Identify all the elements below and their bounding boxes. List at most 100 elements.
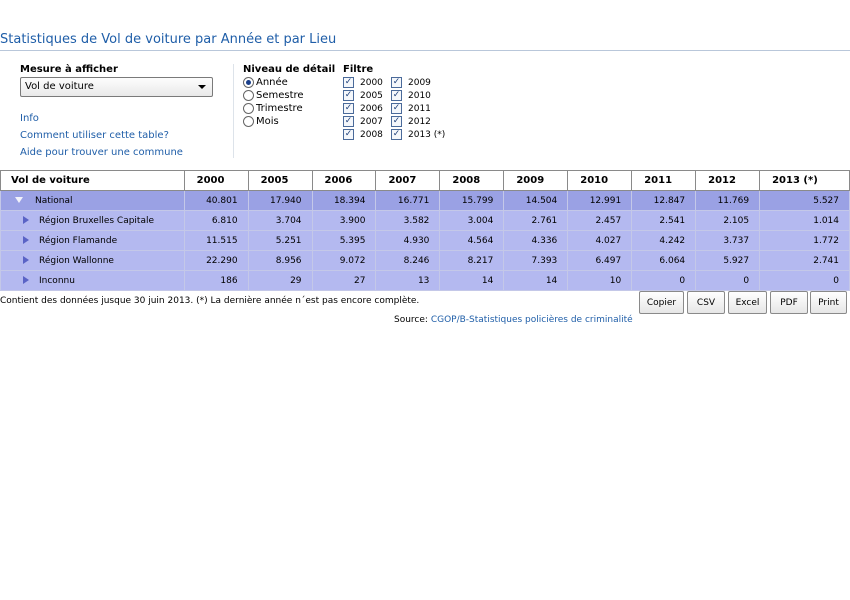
filter-column-1: ✓ 2000 ✓ 2005 ✓ 2006 ✓ 2007 ✓ 2008	[343, 76, 391, 141]
filter-year-2011[interactable]: ✓ 2011	[391, 102, 451, 115]
page-title: Statistiques de Vol de voiture par Année…	[0, 32, 337, 47]
checkbox-checked-icon[interactable]: ✓	[343, 77, 354, 88]
title-divider	[0, 50, 850, 51]
table-cell: 6.810	[183, 210, 249, 231]
statistics-table: Vol de voiture 2000 2005 2006 2007 2008 …	[0, 170, 850, 291]
table-cell: 3.582	[375, 210, 441, 231]
checkbox-checked-icon[interactable]: ✓	[343, 103, 354, 114]
excel-button[interactable]: Excel	[728, 291, 767, 314]
row-header[interactable]: Inconnu	[0, 270, 185, 291]
radio-mois[interactable]: Mois	[243, 115, 335, 128]
expand-triangle-icon[interactable]	[23, 256, 29, 264]
row-label: Région Wallonne	[39, 255, 114, 266]
filter-year-label: 2013 (*)	[408, 129, 446, 140]
checkbox-checked-icon[interactable]: ✓	[391, 129, 402, 140]
radio-icon[interactable]	[243, 116, 254, 127]
filter-label: Filtre	[343, 64, 374, 75]
measure-label: Mesure à afficher	[20, 64, 118, 75]
table-cell: 11.769	[695, 190, 761, 211]
radio-selected-icon[interactable]	[243, 77, 254, 88]
table-cell: 5.527	[759, 190, 850, 211]
radio-trimestre[interactable]: Trimestre	[243, 102, 335, 115]
checkbox-checked-icon[interactable]: ✓	[343, 129, 354, 140]
checkbox-checked-icon[interactable]: ✓	[343, 116, 354, 127]
table-cell: 29	[247, 270, 313, 291]
table-cell: 14.504	[503, 190, 569, 211]
table-cell: 10	[567, 270, 633, 291]
column-header-2010[interactable]: 2010	[567, 170, 633, 191]
table-cell: 2.105	[695, 210, 761, 231]
filter-year-label: 2005	[360, 90, 383, 101]
radio-annee[interactable]: Année	[243, 76, 335, 89]
column-header-2006[interactable]: 2006	[311, 170, 377, 191]
table-row-national: National 40.801 17.940 18.394 16.771 15.…	[0, 190, 850, 211]
radio-label: Semestre	[256, 90, 304, 101]
column-header-2009[interactable]: 2009	[503, 170, 569, 191]
table-cell: 3.900	[311, 210, 377, 231]
copy-button[interactable]: Copier	[639, 291, 684, 314]
how-to-use-link[interactable]: Comment utiliser cette table?	[20, 130, 183, 147]
radio-label: Année	[256, 77, 288, 88]
filter-year-label: 2000	[360, 77, 383, 88]
row-label: Région Flamande	[39, 235, 118, 246]
filter-year-label: 2006	[360, 103, 383, 114]
checkbox-checked-icon[interactable]: ✓	[391, 90, 402, 101]
checkbox-checked-icon[interactable]: ✓	[391, 116, 402, 127]
table-cell: 8.956	[247, 250, 313, 271]
expand-triangle-icon[interactable]	[23, 236, 29, 244]
row-label: Région Bruxelles Capitale	[39, 215, 155, 226]
row-label: Inconnu	[39, 275, 75, 286]
column-header-2007[interactable]: 2007	[375, 170, 441, 191]
table-cell: 5.927	[695, 250, 761, 271]
table-cell: 12.991	[567, 190, 633, 211]
print-button[interactable]: Print	[810, 291, 847, 314]
filter-year-2005[interactable]: ✓ 2005	[343, 89, 391, 102]
filter-year-2009[interactable]: ✓ 2009	[391, 76, 451, 89]
info-link[interactable]: Info	[20, 113, 183, 130]
expand-triangle-icon[interactable]	[23, 216, 29, 224]
radio-semestre[interactable]: Semestre	[243, 89, 335, 102]
filter-year-2010[interactable]: ✓ 2010	[391, 89, 451, 102]
filter-year-2000[interactable]: ✓ 2000	[343, 76, 391, 89]
radio-icon[interactable]	[243, 90, 254, 101]
table-cell: 12.847	[631, 190, 697, 211]
row-label: National	[35, 195, 73, 206]
row-header[interactable]: Région Flamande	[0, 230, 185, 251]
table-row-wallonne: Région Wallonne 22.290 8.956 9.072 8.246…	[0, 250, 850, 271]
source-link[interactable]: CGOP/B-Statistiques policières de crimin…	[431, 315, 633, 325]
filter-year-2013[interactable]: ✓ 2013 (*)	[391, 128, 451, 141]
column-header-2008[interactable]: 2008	[439, 170, 505, 191]
filter-year-2008[interactable]: ✓ 2008	[343, 128, 391, 141]
column-header-2012[interactable]: 2012	[695, 170, 761, 191]
row-header[interactable]: National	[0, 190, 185, 211]
column-header-2005[interactable]: 2005	[247, 170, 313, 191]
filter-section: Filtre ✓ 2000 ✓ 2005 ✓ 2006 ✓ 2007 ✓ 2008 ✓ 20…	[343, 64, 451, 141]
table-cell: 2.761	[503, 210, 569, 231]
column-header-2000[interactable]: 2000	[183, 170, 249, 191]
table-cell: 4.027	[567, 230, 633, 251]
checkbox-checked-icon[interactable]: ✓	[391, 103, 402, 114]
column-header-2011[interactable]: 2011	[631, 170, 697, 191]
filter-year-2012[interactable]: ✓ 2012	[391, 115, 451, 128]
checkbox-checked-icon[interactable]: ✓	[391, 77, 402, 88]
filter-year-2007[interactable]: ✓ 2007	[343, 115, 391, 128]
table-cell: 3.004	[439, 210, 505, 231]
row-header[interactable]: Région Bruxelles Capitale	[0, 210, 185, 231]
expand-triangle-icon[interactable]	[23, 276, 29, 284]
checkbox-checked-icon[interactable]: ✓	[343, 90, 354, 101]
filter-year-2006[interactable]: ✓ 2006	[343, 102, 391, 115]
radio-icon[interactable]	[243, 103, 254, 114]
find-commune-link[interactable]: Aide pour trouver une commune	[20, 147, 183, 164]
source-line: Source: CGOP/B-Statistiques policières d…	[394, 315, 633, 325]
row-header[interactable]: Région Wallonne	[0, 250, 185, 271]
table-cell: 6.497	[567, 250, 633, 271]
table-cell: 1.772	[759, 230, 850, 251]
table-cell: 5.395	[311, 230, 377, 251]
table-cell: 0	[631, 270, 697, 291]
measure-select[interactable]: Vol de voiture	[20, 77, 213, 97]
collapse-triangle-icon[interactable]	[15, 197, 23, 203]
csv-button[interactable]: CSV	[687, 291, 725, 314]
column-header-2013[interactable]: 2013 (*)	[759, 170, 850, 191]
table-cell: 40.801	[183, 190, 249, 211]
pdf-button[interactable]: PDF	[770, 291, 808, 314]
